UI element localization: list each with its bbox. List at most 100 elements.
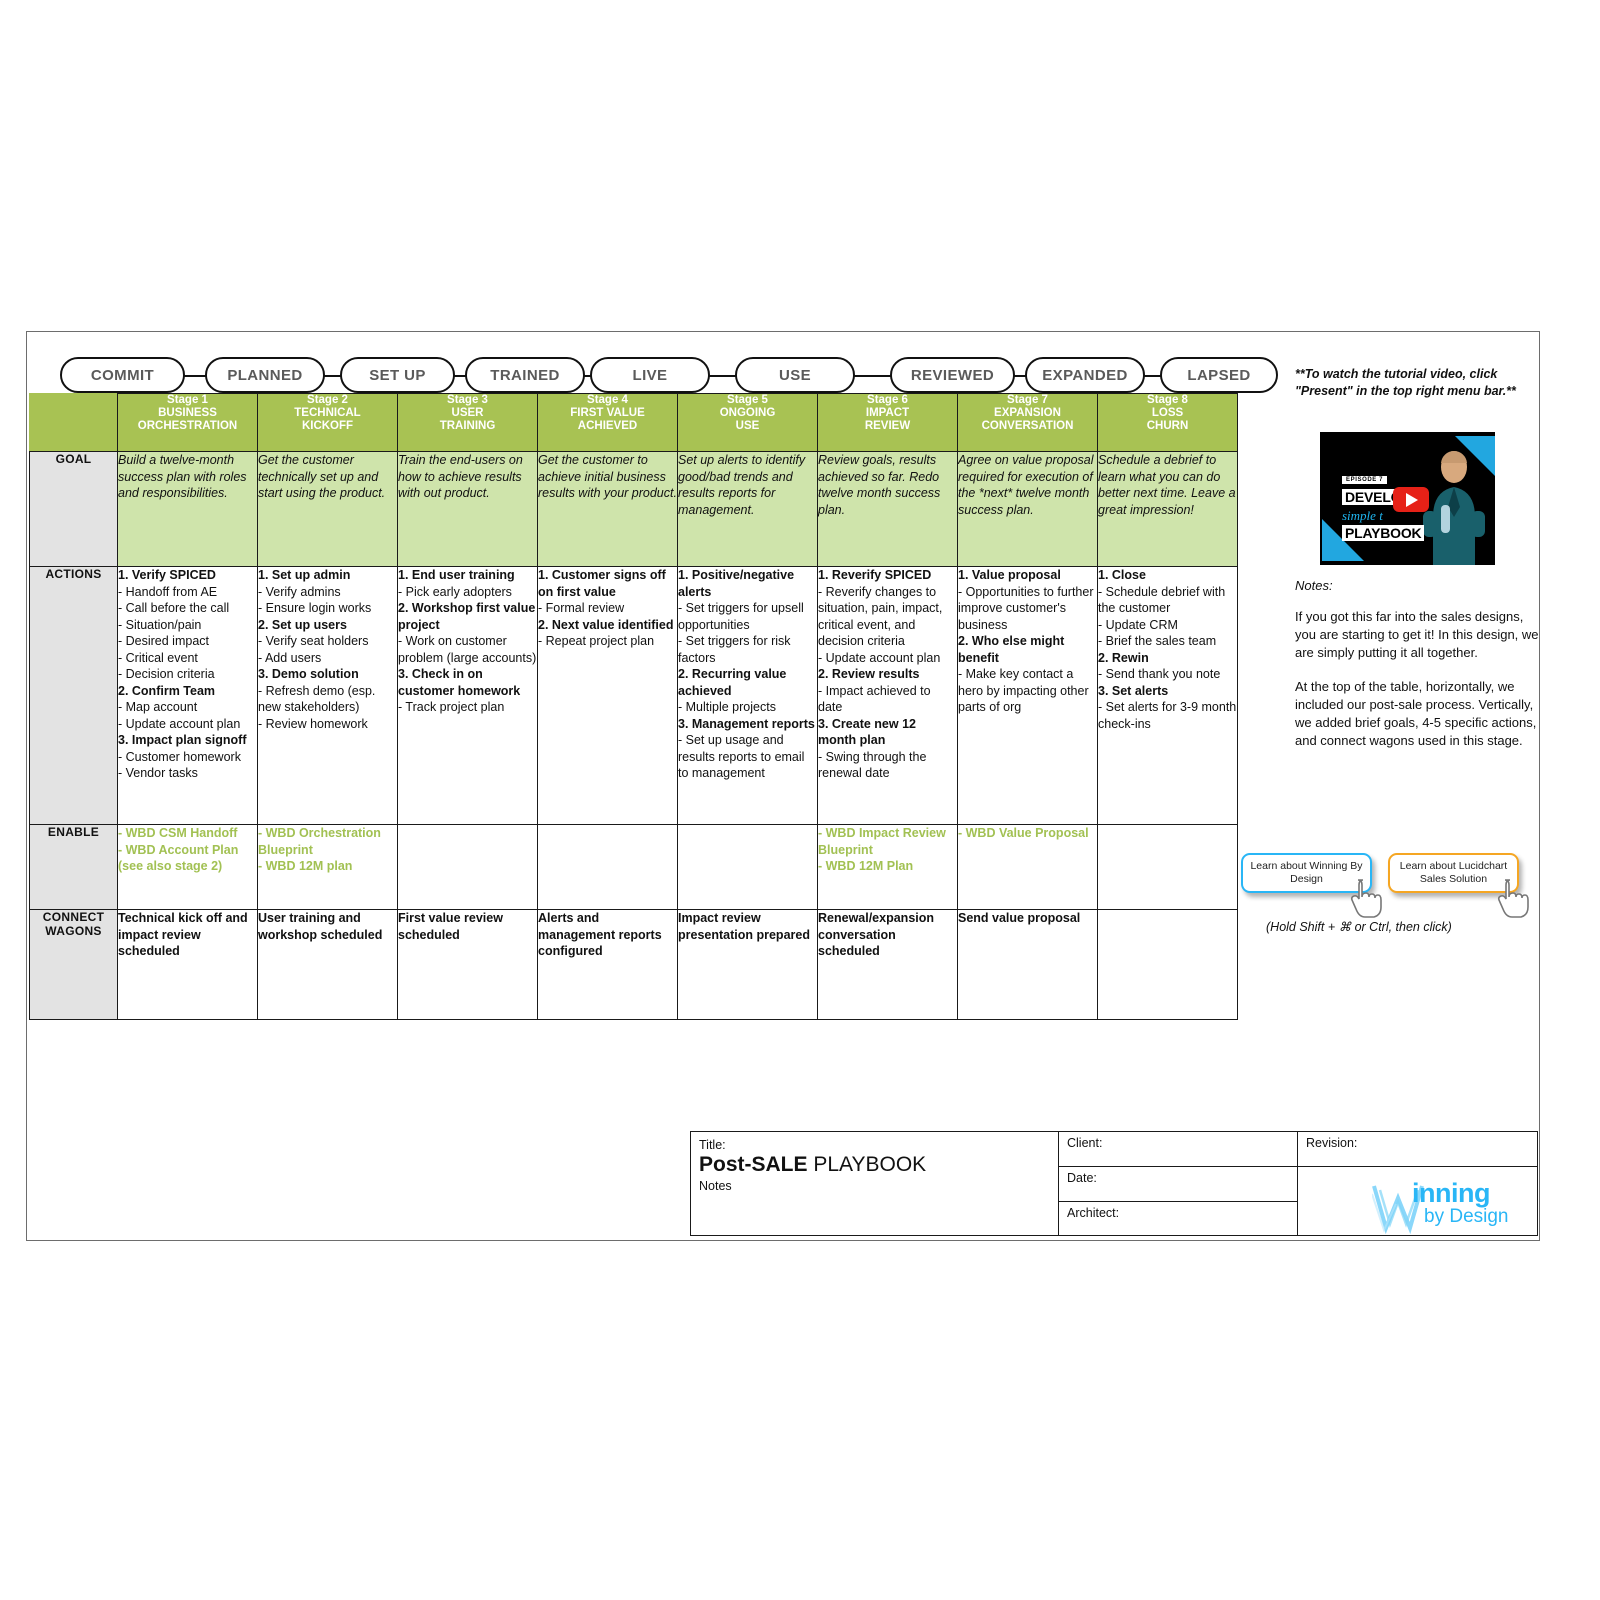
stage-header-line: Stage 2 (307, 394, 348, 406)
stage-header-line: CONVERSATION (981, 420, 1074, 432)
stage-header-8: Stage 8 LOSS CHURN (1097, 393, 1238, 452)
stage-header-3: Stage 3 USER TRAINING (397, 393, 538, 452)
enable-cell-stage-2: - WBD Orchestration Blueprint - WBD 12M p… (257, 824, 398, 910)
date-field[interactable]: Date: (1059, 1167, 1297, 1202)
action-step-heading: 3. Impact plan signoff (118, 733, 247, 747)
actions-cell-stage-1: 1. Verify SPICED - Handoff from AE - Call … (117, 566, 258, 825)
connect-wagons-row: CONNECT WAGONS Technical kick off and im… (29, 909, 1238, 1020)
action-step-heading: 1. Value proposal (958, 568, 1061, 582)
stage-pill-expanded[interactable]: EXPANDED (1025, 357, 1145, 393)
stage-pill-lapsed[interactable]: LAPSED (1160, 357, 1278, 393)
row-label-actions: ACTIONS (29, 566, 118, 825)
stage-header-line: Stage 1 (167, 394, 208, 406)
enable-row: ENABLE - WBD CSM Handoff - WBD Account Pl… (29, 824, 1238, 910)
action-step-heading: 1. Customer signs off on first value (538, 568, 666, 599)
enable-cell-stage-8 (1097, 824, 1238, 910)
stage-pill-use[interactable]: USE (735, 357, 855, 393)
connect-wagons-cell-stage-2: User training and workshop scheduled (257, 909, 398, 1020)
tutorial-video-thumbnail[interactable]: EPISODE 7 DEVELOP A simple t PLAYBOOK (1320, 432, 1495, 565)
title-block-meta-cells: Client: Date: Architect: (1059, 1132, 1297, 1235)
winning-by-design-logo: inning by Design (1372, 1178, 1522, 1234)
stage-pill-live[interactable]: LIVE (590, 357, 710, 393)
actions-cell-stage-8: 1. Close - Schedule debrief with the cust… (1097, 566, 1238, 825)
stage-header-line: USE (735, 420, 760, 432)
stage-header-line: TECHNICAL (294, 407, 361, 419)
action-bullet: - Send thank you note (1098, 667, 1221, 681)
stage-header-line: ONGOING (719, 407, 776, 419)
playbook-table: Stage 1 BUSINESS ORCHESTRATION Stage 2 TECHN… (29, 393, 1238, 1020)
enable-asset-link[interactable]: - WBD Orchestration Blueprint (258, 825, 397, 858)
title-bold-part: Post-SALE (699, 1153, 808, 1176)
action-bullet: - Map account (118, 700, 198, 714)
title-label: Title: (699, 1138, 726, 1152)
action-step-heading: 2. Next value identified (538, 617, 674, 632)
action-step-heading: 1. Reverify SPICED (818, 568, 932, 582)
video-episode-label: EPISODE 7 (1342, 476, 1388, 484)
enable-asset-link[interactable]: - WBD CSM Handoff (118, 825, 257, 842)
action-step-heading: 2. Workshop first value project (398, 601, 536, 632)
goal-cell-stage-2: Get the customer technically set up and … (257, 451, 398, 567)
tutorial-note: **To watch the tutorial video, click "Pr… (1295, 367, 1516, 398)
cursor-icon (1350, 879, 1382, 918)
stage-header-line: BUSINESS (158, 407, 217, 419)
action-bullet: - Make key contact a hero by impacting o… (958, 667, 1089, 714)
action-bullet: - Add users (258, 650, 322, 665)
connect-wagons-cell-stage-6: Renewal/expansion conversation scheduled (817, 909, 958, 1020)
stage-header-line: EXPANSION (994, 407, 1061, 419)
stage-header-2: Stage 2 TECHNICAL KICKOFF (257, 393, 398, 452)
goal-cell-stage-4: Get the customer to achieve initial busi… (537, 451, 678, 567)
enable-cell-stage-7: - WBD Value Proposal (957, 824, 1098, 910)
action-step-heading: 2. Review results (818, 667, 920, 681)
action-bullet: - Verify admins (258, 584, 341, 599)
enable-asset-link[interactable]: - WBD 12M plan (258, 858, 397, 875)
enable-asset-link[interactable]: - WBD Impact Review Blueprint (818, 825, 957, 858)
revision-field[interactable]: Revision: (1298, 1132, 1537, 1167)
logo-text-by-design: by Design (1424, 1206, 1509, 1227)
action-step-heading: 3. Check in on customer homework (398, 667, 521, 698)
action-bullet: - Work on customer problem (large accoun… (398, 634, 537, 665)
stage-pill-reviewed[interactable]: REVIEWED (890, 357, 1015, 393)
action-bullet: - Set alerts for 3-9 month check-ins (1098, 700, 1237, 731)
connect-wagons-cell-stage-4: Alerts and management reports configured (537, 909, 678, 1020)
action-bullet: - Customer homework (118, 749, 241, 764)
actions-row: ACTIONS 1. Verify SPICED - Handoff from A… (29, 566, 1238, 825)
action-bullet: - Formal review (538, 601, 625, 615)
enable-asset-link[interactable]: - WBD 12M Plan (818, 858, 957, 875)
architect-field[interactable]: Architect: (1059, 1202, 1297, 1237)
stage-header-line: Stage 8 (1147, 394, 1188, 406)
stage-header-line: Stage 4 (587, 394, 628, 406)
connect-wagons-cell-stage-7: Send value proposal (957, 909, 1098, 1020)
connect-wagons-cell-stage-3: First value review scheduled (397, 909, 538, 1020)
action-bullet: - Refresh demo (esp. new stakeholders) (258, 683, 376, 715)
stage-header-line: Stage 3 (447, 394, 488, 406)
action-bullet: - Reverify changes to situation, pain, i… (818, 584, 943, 649)
stage-pill-set-up[interactable]: SET UP (340, 357, 455, 393)
action-bullet: - Update account plan (818, 650, 941, 665)
stage-header-line: ORCHESTRATION (137, 420, 238, 432)
stage-pill-commit[interactable]: COMMIT (60, 357, 185, 393)
action-step-heading: 1. Set up admin (258, 568, 351, 582)
actions-cell-stage-4: 1. Customer signs off on first value - Fo… (537, 566, 678, 825)
action-step-heading: 1. Close (1098, 568, 1146, 582)
goal-row: GOAL Build a twelve-month success plan w… (29, 451, 1238, 567)
client-field[interactable]: Client: (1059, 1132, 1297, 1167)
stage-header-1: Stage 1 BUSINESS ORCHESTRATION (117, 393, 258, 452)
enable-asset-link[interactable]: - WBD Account Plan (see also stage 2) (118, 842, 257, 875)
connect-wagons-cell-stage-8 (1097, 909, 1238, 1020)
stage-header-line: Stage 6 (867, 394, 908, 406)
stage-header-line: LOSS (1151, 407, 1184, 419)
stage-header-line: KICKOFF (301, 420, 354, 432)
playbook-canvas: COMMIT PLANNED SET UP TRAINED LIVE USE REVIEWE… (0, 0, 1600, 1600)
play-icon[interactable] (1393, 487, 1429, 512)
stage-pill-planned[interactable]: PLANNED (205, 357, 325, 393)
action-step-heading: 2. Rewin (1098, 650, 1149, 665)
action-bullet: - Set triggers for risk factors (678, 634, 791, 665)
connect-wagons-cell-stage-1: Technical kick off and impact review sch… (117, 909, 258, 1020)
row-label-goal: GOAL (29, 451, 118, 567)
action-step-heading: 1. Verify SPICED (118, 568, 216, 582)
enable-asset-link[interactable]: - WBD Value Proposal (958, 825, 1097, 842)
stage-pill-trained[interactable]: TRAINED (465, 357, 585, 393)
action-step-heading: 3. Management reports (678, 716, 815, 731)
notes-body: If you got this far into the sales desig… (1295, 608, 1545, 766)
actions-cell-stage-2: 1. Set up admin - Verify admins - Ensure l… (257, 566, 398, 825)
